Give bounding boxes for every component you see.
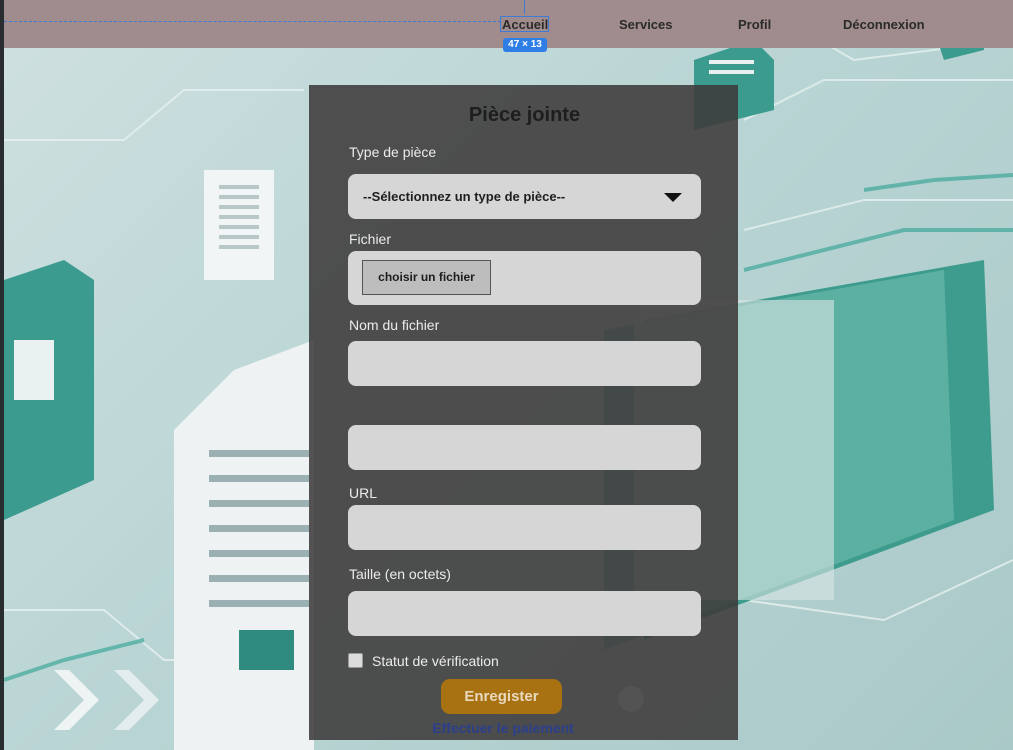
verification-label: Statut de vérification xyxy=(372,653,499,669)
nav-services-link[interactable]: Services xyxy=(619,17,673,32)
type-select[interactable]: --Sélectionnez un type de pièce-- xyxy=(348,174,701,219)
type-select-value: --Sélectionnez un type de pièce-- xyxy=(363,189,566,204)
choose-file-button[interactable]: choisir un fichier xyxy=(362,260,491,295)
chevron-down-icon xyxy=(664,193,682,202)
nav-profil-link[interactable]: Profil xyxy=(738,17,771,32)
verification-checkbox[interactable] xyxy=(348,653,363,668)
file-label: Fichier xyxy=(349,231,392,247)
save-button[interactable]: Enregister xyxy=(441,679,562,714)
unlabeled-input[interactable] xyxy=(348,425,701,470)
measure-guide-line xyxy=(4,21,501,22)
nav-deconnexion-link[interactable]: Déconnexion xyxy=(843,17,925,32)
size-label: Taille (en octets) xyxy=(349,566,451,582)
filename-label: Nom du fichier xyxy=(349,317,440,333)
url-label: URL xyxy=(349,485,378,501)
page-title: Pièce jointe xyxy=(468,104,581,126)
filename-input[interactable] xyxy=(348,341,701,386)
measure-guide-vertical xyxy=(524,0,525,14)
type-label: Type de pièce xyxy=(349,144,437,160)
nav-accueil-link[interactable]: Accueil xyxy=(502,17,548,32)
element-size-badge: 47 × 13 xyxy=(503,38,547,52)
url-input[interactable] xyxy=(348,505,701,550)
payment-link[interactable]: Effectuer le paiement xyxy=(309,720,697,736)
size-input[interactable] xyxy=(348,591,701,636)
file-input[interactable]: choisir un fichier xyxy=(348,251,701,305)
decorative-circle xyxy=(618,686,644,712)
